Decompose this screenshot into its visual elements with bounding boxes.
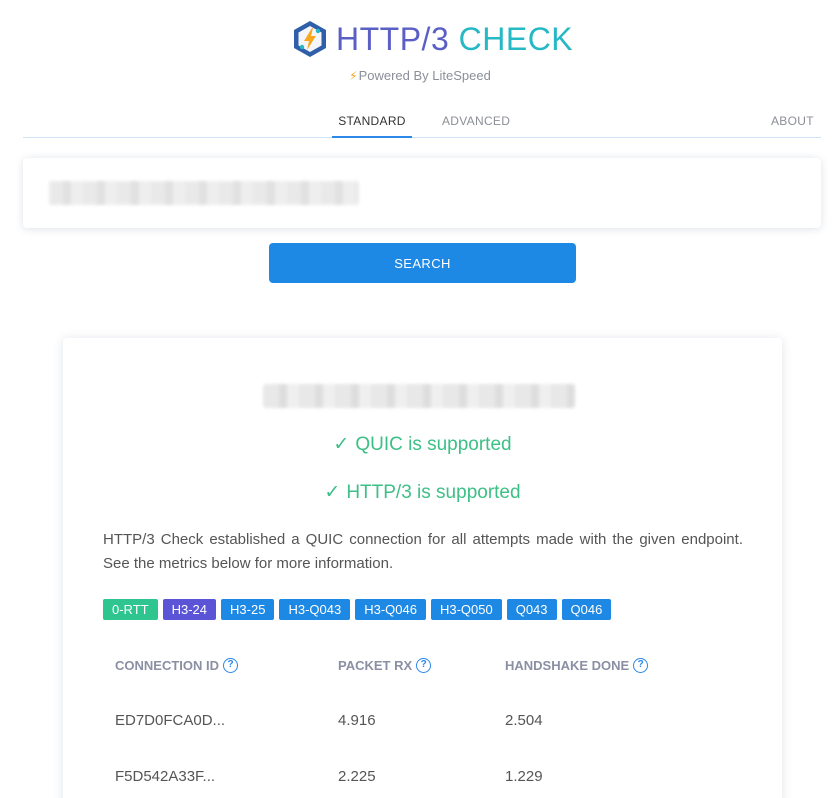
- badge-h3-25: H3-25: [221, 599, 275, 620]
- row-2-connection-id: F5D542A33F...: [115, 768, 216, 785]
- http3-status-text: HTTP/3 is supported: [346, 482, 521, 503]
- badge-h3-q043: H3-Q043: [279, 599, 351, 620]
- badge-h3-q050: H3-Q050: [430, 599, 502, 620]
- logo-http-text: HTTP/3: [336, 21, 450, 57]
- help-icon[interactable]: ?: [416, 658, 432, 673]
- powered-by-text: Powered By LiteSpeed: [358, 68, 491, 83]
- logo-check-text: CHECK: [458, 21, 574, 57]
- redacted-hostname: [263, 384, 575, 408]
- result-description: HTTP/3 Check established a QUIC connecti…: [103, 531, 743, 572]
- row-1-packet-rx: 4.916: [338, 712, 376, 729]
- url-input[interactable]: [45, 176, 795, 210]
- help-icon[interactable]: ?: [633, 658, 649, 673]
- header-connection-id-label: CONNECTION ID: [115, 658, 219, 673]
- header-connection-id: CONNECTION ID ?: [115, 658, 238, 673]
- badge-q043: Q043: [506, 599, 557, 620]
- help-icon[interactable]: ?: [223, 658, 238, 673]
- header-packet-rx-label: PACKET RX: [338, 658, 413, 673]
- check-icon: ✓: [324, 482, 341, 503]
- tab-about[interactable]: ABOUT: [771, 114, 814, 128]
- tab-standard[interactable]: STANDARD: [332, 114, 412, 138]
- tab-bar: STANDARD ADVANCED ABOUT: [23, 106, 821, 138]
- tab-advanced[interactable]: ADVANCED: [442, 114, 510, 128]
- check-icon: ✓: [333, 434, 350, 455]
- header-handshake-done: HANDSHAKE DONE ?: [505, 658, 649, 673]
- search-button[interactable]: SEARCH: [269, 243, 576, 283]
- result-card: ✓ QUIC is supported ✓ HTTP/3 is supported …: [63, 338, 782, 798]
- row-1-handshake-done: 2.504: [505, 712, 543, 729]
- row-1-connection-id: ED7D0FCA0D...: [115, 712, 226, 729]
- badge-h3-q046: H3-Q046: [355, 599, 426, 620]
- row-2-handshake-done: 1.229: [505, 768, 543, 785]
- search-box: [23, 158, 821, 228]
- powered-by: ⚡Powered By LiteSpeed: [0, 68, 840, 83]
- logo[interactable]: HTTP/3 CHECK: [292, 20, 573, 58]
- header: HTTP/3 CHECK ⚡Powered By LiteSpeed: [0, 0, 840, 90]
- bolt-icon: ⚡: [349, 69, 358, 83]
- row-2-packet-rx: 2.225: [338, 768, 376, 785]
- quic-status: ✓ QUIC is supported: [63, 433, 782, 456]
- badge-q046: Q046: [561, 599, 612, 620]
- http3-status: ✓ HTTP/3 is supported: [63, 481, 782, 504]
- header-packet-rx: PACKET RX ?: [338, 658, 432, 673]
- litespeed-logo-icon: [294, 21, 326, 57]
- badge-0-rtt: 0-RTT: [103, 599, 158, 620]
- badge-h3-24: H3-24: [162, 599, 217, 620]
- header-handshake-done-label: HANDSHAKE DONE: [505, 658, 630, 673]
- quic-status-text: QUIC is supported: [355, 434, 512, 455]
- version-badges: 0-RTT H3-24 H3-25 H3-Q043 H3-Q046 H3-Q05…: [103, 599, 612, 620]
